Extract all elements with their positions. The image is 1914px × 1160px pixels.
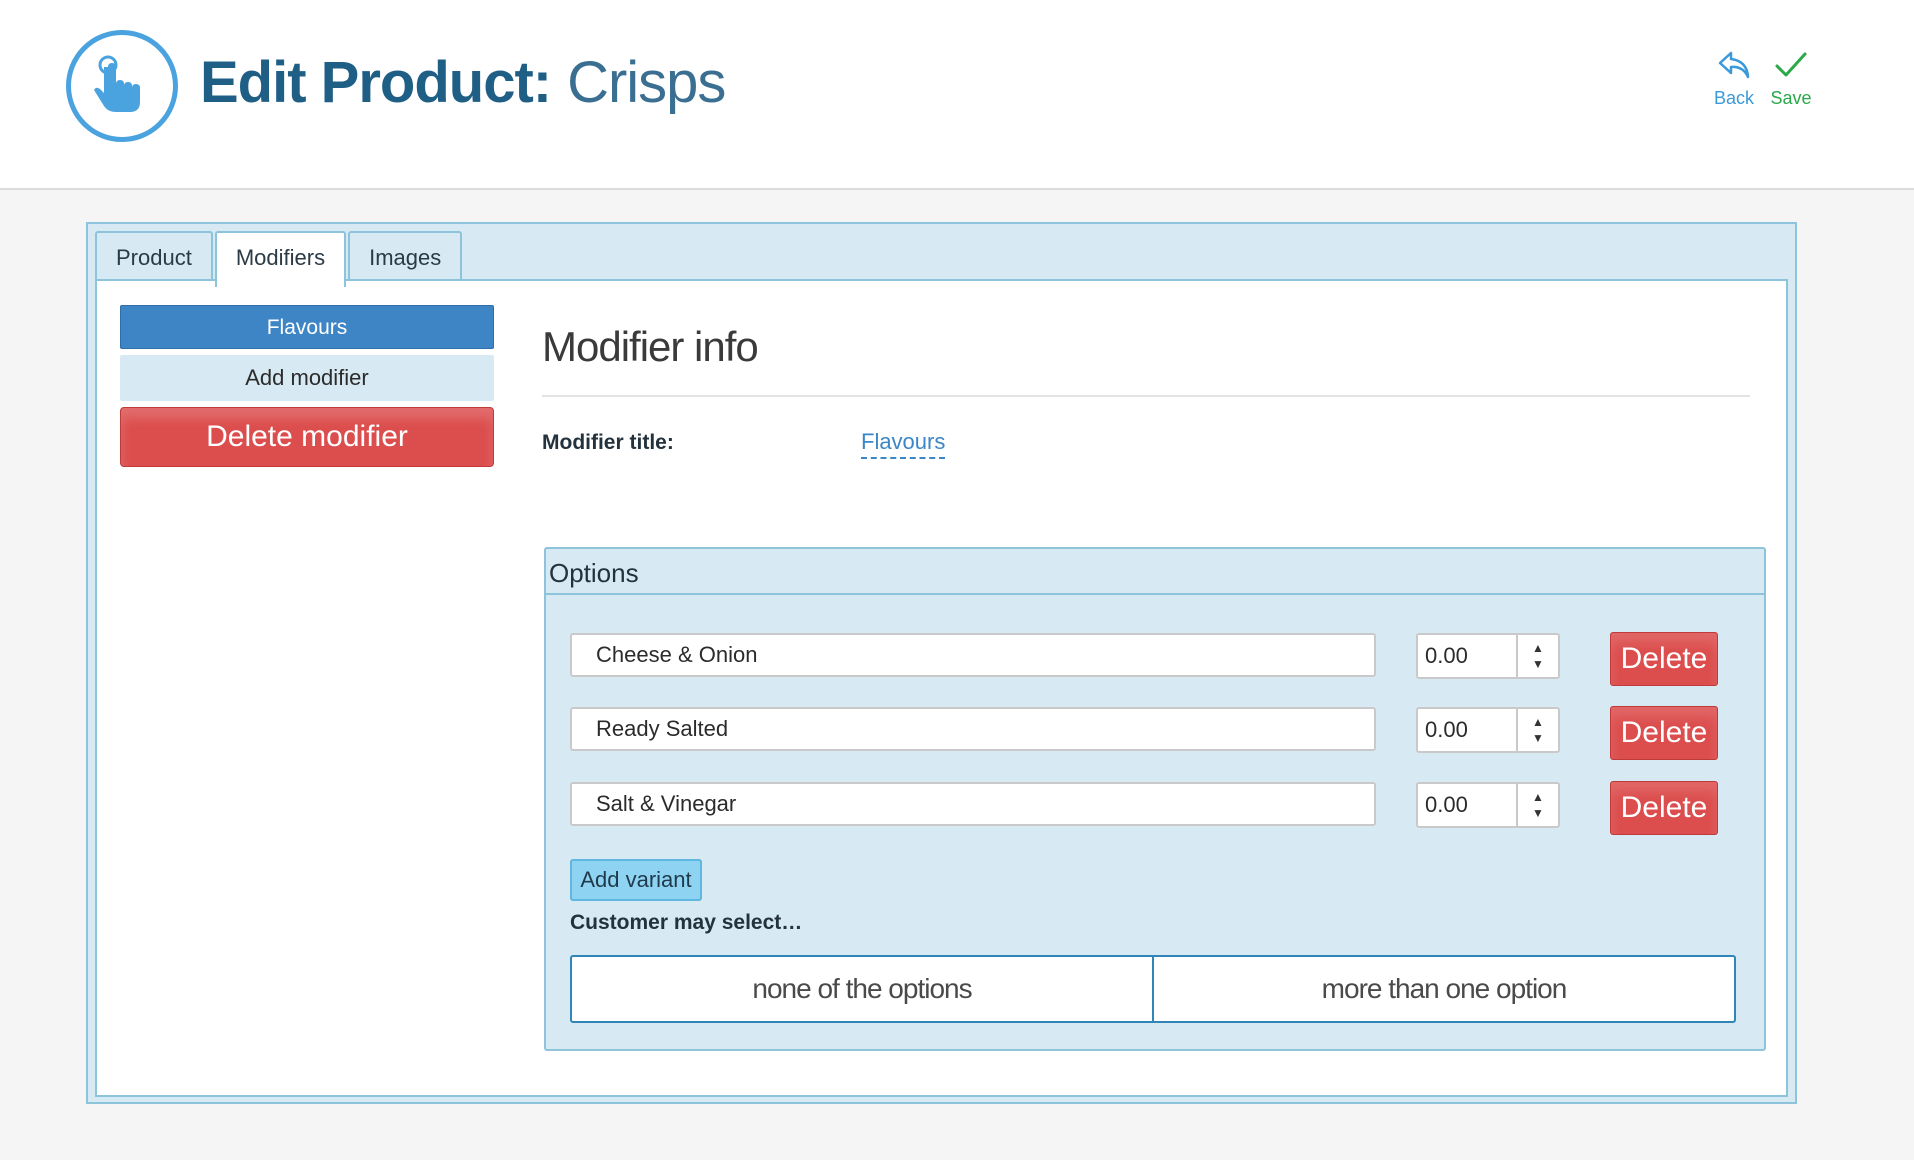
add-modifier-button[interactable]: Add modifier — [120, 355, 494, 401]
modifier-item-flavours[interactable]: Flavours — [120, 305, 494, 349]
tab-modifiers[interactable]: Modifiers — [214, 231, 347, 287]
options-header: Options — [546, 549, 1764, 595]
stepper-up-icon[interactable]: ▲ — [1532, 789, 1544, 805]
select-none-toggle[interactable]: none of the options — [570, 955, 1154, 1023]
option-price-value: 0.00 — [1425, 643, 1468, 668]
stepper-up-icon[interactable]: ▲ — [1532, 640, 1544, 656]
save-label: Save — [1770, 88, 1812, 108]
option-name-input[interactable]: Cheese & Onion — [570, 633, 1376, 677]
option-name-input[interactable]: Salt & Vinegar — [570, 782, 1376, 826]
page-header: Edit Product: Crisps Back Save — [0, 0, 1914, 190]
select-multiple-toggle[interactable]: more than one option — [1152, 955, 1736, 1023]
page-title-label: Edit Product: — [200, 50, 552, 115]
delete-modifier-button[interactable]: Delete modifier — [120, 407, 494, 467]
product-name: Crisps — [567, 50, 726, 115]
options-heading: Options — [549, 558, 639, 588]
delete-option-button[interactable]: Delete — [1610, 632, 1718, 686]
option-price-input[interactable]: 0.00 ▲ ▼ — [1416, 707, 1560, 753]
add-variant-button[interactable]: Add variant — [570, 859, 702, 901]
options-panel: Options Cheese & Onion 0.00 ▲ ▼ Delete R… — [544, 547, 1766, 1051]
checkmark-icon — [1775, 52, 1807, 77]
option-row: Ready Salted 0.00 ▲ ▼ Delete — [546, 706, 1764, 760]
stepper-down-icon[interactable]: ▼ — [1532, 730, 1544, 746]
tab-bar: Product Modifiers Images — [95, 231, 464, 287]
option-price-input[interactable]: 0.00 ▲ ▼ — [1416, 633, 1560, 679]
option-price-value: 0.00 — [1425, 792, 1468, 817]
option-price-input[interactable]: 0.00 ▲ ▼ — [1416, 782, 1560, 828]
page-title: Edit Product: Crisps — [200, 48, 726, 118]
option-row: Cheese & Onion 0.00 ▲ ▼ Delete — [546, 632, 1764, 686]
modifier-title-label: Modifier title: — [542, 431, 674, 454]
edit-panel: Product Modifiers Images Flavours Add mo… — [86, 222, 1797, 1104]
delete-option-button[interactable]: Delete — [1610, 706, 1718, 760]
delete-option-button[interactable]: Delete — [1610, 781, 1718, 835]
back-button[interactable]: Back — [1704, 50, 1764, 109]
price-stepper[interactable]: ▲ ▼ — [1516, 784, 1558, 826]
stepper-up-icon[interactable]: ▲ — [1532, 714, 1544, 730]
tab-product[interactable]: Product — [95, 231, 213, 283]
price-stepper[interactable]: ▲ ▼ — [1516, 709, 1558, 751]
price-stepper[interactable]: ▲ ▼ — [1516, 635, 1558, 677]
stepper-down-icon[interactable]: ▼ — [1532, 805, 1544, 821]
modifiers-tab-content: Flavours Add modifier Delete modifier Mo… — [95, 279, 1788, 1097]
customer-select-label: Customer may select… — [570, 911, 803, 934]
stepper-down-icon[interactable]: ▼ — [1532, 656, 1544, 672]
app-logo — [66, 30, 178, 142]
modifier-title-editable[interactable]: Flavours — [861, 429, 946, 459]
divider — [542, 395, 1750, 397]
reply-arrow-icon — [1718, 51, 1750, 79]
option-row: Salt & Vinegar 0.00 ▲ ▼ Delete — [546, 781, 1764, 835]
option-name-input[interactable]: Ready Salted — [570, 707, 1376, 751]
pointing-hand-icon — [94, 55, 140, 112]
option-price-value: 0.00 — [1425, 717, 1468, 742]
modifier-info-heading: Modifier info — [542, 323, 759, 370]
save-button[interactable]: Save — [1761, 50, 1821, 109]
tab-images[interactable]: Images — [348, 231, 463, 283]
back-label: Back — [1713, 88, 1755, 108]
